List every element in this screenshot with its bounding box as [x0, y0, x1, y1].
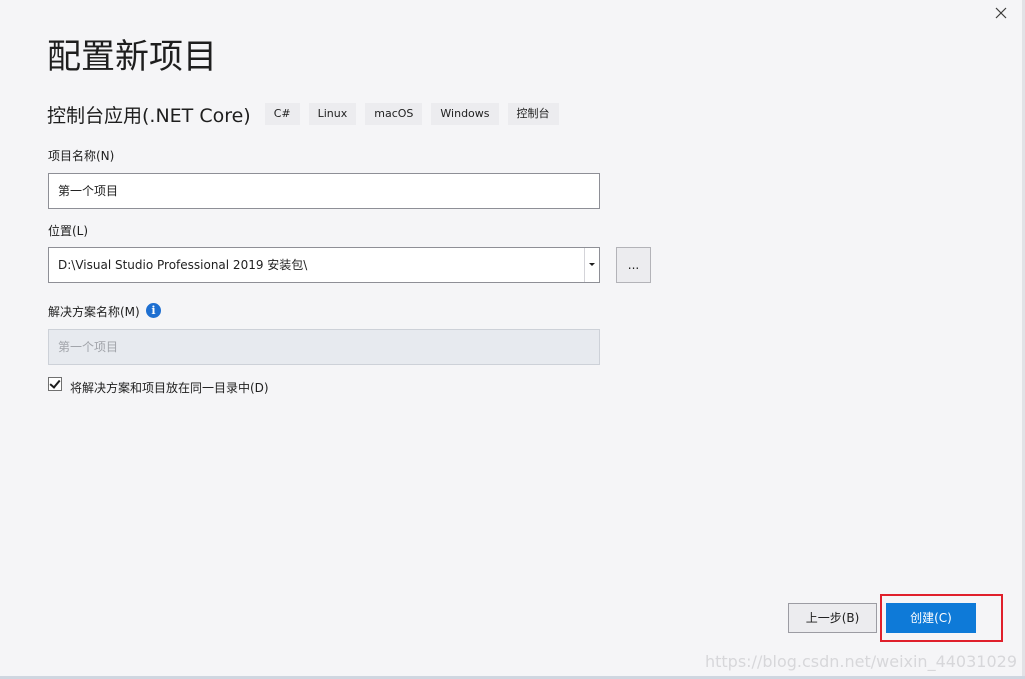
tag-linux: Linux — [308, 103, 357, 125]
back-button[interactable]: 上一步(B) — [788, 603, 877, 633]
tag-console: 控制台 — [507, 103, 559, 125]
location-combobox[interactable]: D:\Visual Studio Professional 2019 安装包\ — [48, 247, 600, 283]
project-name-label: 项目名称(N) — [48, 149, 115, 163]
close-icon — [995, 7, 1007, 19]
watermark: https://blog.csdn.net/weixin_44031029 — [704, 652, 1017, 671]
project-name-input[interactable]: 第一个项目 — [48, 173, 600, 209]
page-title: 配置新项目 — [47, 37, 217, 77]
location-label: 位置(L) — [48, 224, 89, 238]
solution-name-input: 第一个项目 — [48, 329, 600, 365]
location-value: D:\Visual Studio Professional 2019 安装包\ — [58, 258, 308, 272]
same-directory-label[interactable]: 将解决方案和项目放在同一目录中(D) — [70, 379, 269, 396]
tag-windows: Windows — [431, 103, 499, 125]
solution-name-label: 解决方案名称(M) — [48, 305, 140, 319]
close-button[interactable] — [990, 2, 1012, 24]
info-icon[interactable]: i — [146, 303, 161, 318]
browse-button[interactable]: ... — [616, 247, 651, 283]
chevron-down-icon[interactable] — [584, 248, 599, 282]
highlight-annotation — [880, 594, 1003, 642]
tag-csharp: C# — [264, 103, 300, 125]
template-header: 控制台应用(.NET Core) C# Linux macOS Windows … — [47, 100, 568, 128]
tag-macos: macOS — [365, 103, 423, 125]
same-directory-checkbox[interactable] — [48, 377, 62, 391]
template-name: 控制台应用(.NET Core) — [47, 104, 251, 127]
